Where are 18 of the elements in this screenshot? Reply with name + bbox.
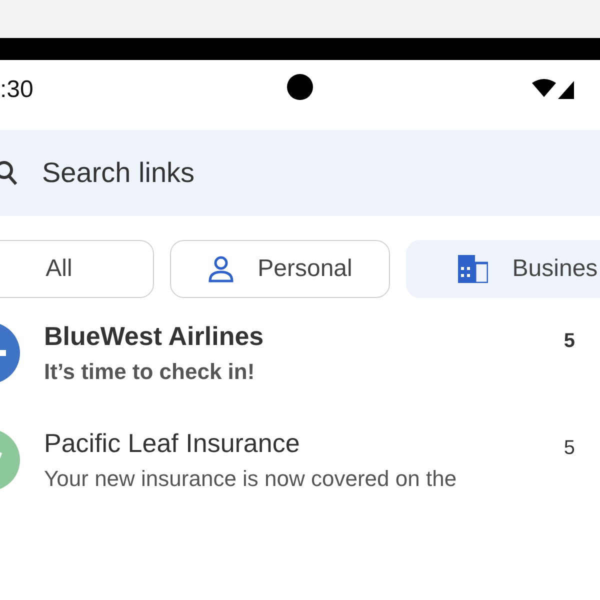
filter-chip[interactable]: Busines	[406, 240, 600, 298]
message-row[interactable]: Pacific Leaf Insurance Your new insurance is now covered on the 5	[0, 428, 600, 492]
message-preview: It’s time to check in!	[44, 358, 256, 385]
camera-icon	[287, 74, 313, 100]
building-icon	[458, 255, 488, 283]
sender-name: BlueWest Airlines	[44, 322, 265, 351]
filter-chip[interactable]: Personal	[170, 240, 390, 298]
wifi-signal-icon	[532, 79, 576, 101]
search-icon	[0, 160, 18, 186]
sender-name: Pacific Leaf Insurance	[44, 428, 301, 458]
filter-chip[interactable]: All	[0, 240, 154, 298]
status-time: :30	[0, 78, 34, 102]
person-icon	[208, 255, 234, 283]
message-preview: Your new insurance is now covered on the	[44, 466, 458, 492]
message-time: 5	[564, 329, 575, 354]
message-row[interactable]: BlueWest Airlines It’s time to check in! 5	[0, 322, 600, 385]
search-field[interactable]: Search links	[42, 152, 342, 194]
message-time: 5	[564, 436, 575, 461]
